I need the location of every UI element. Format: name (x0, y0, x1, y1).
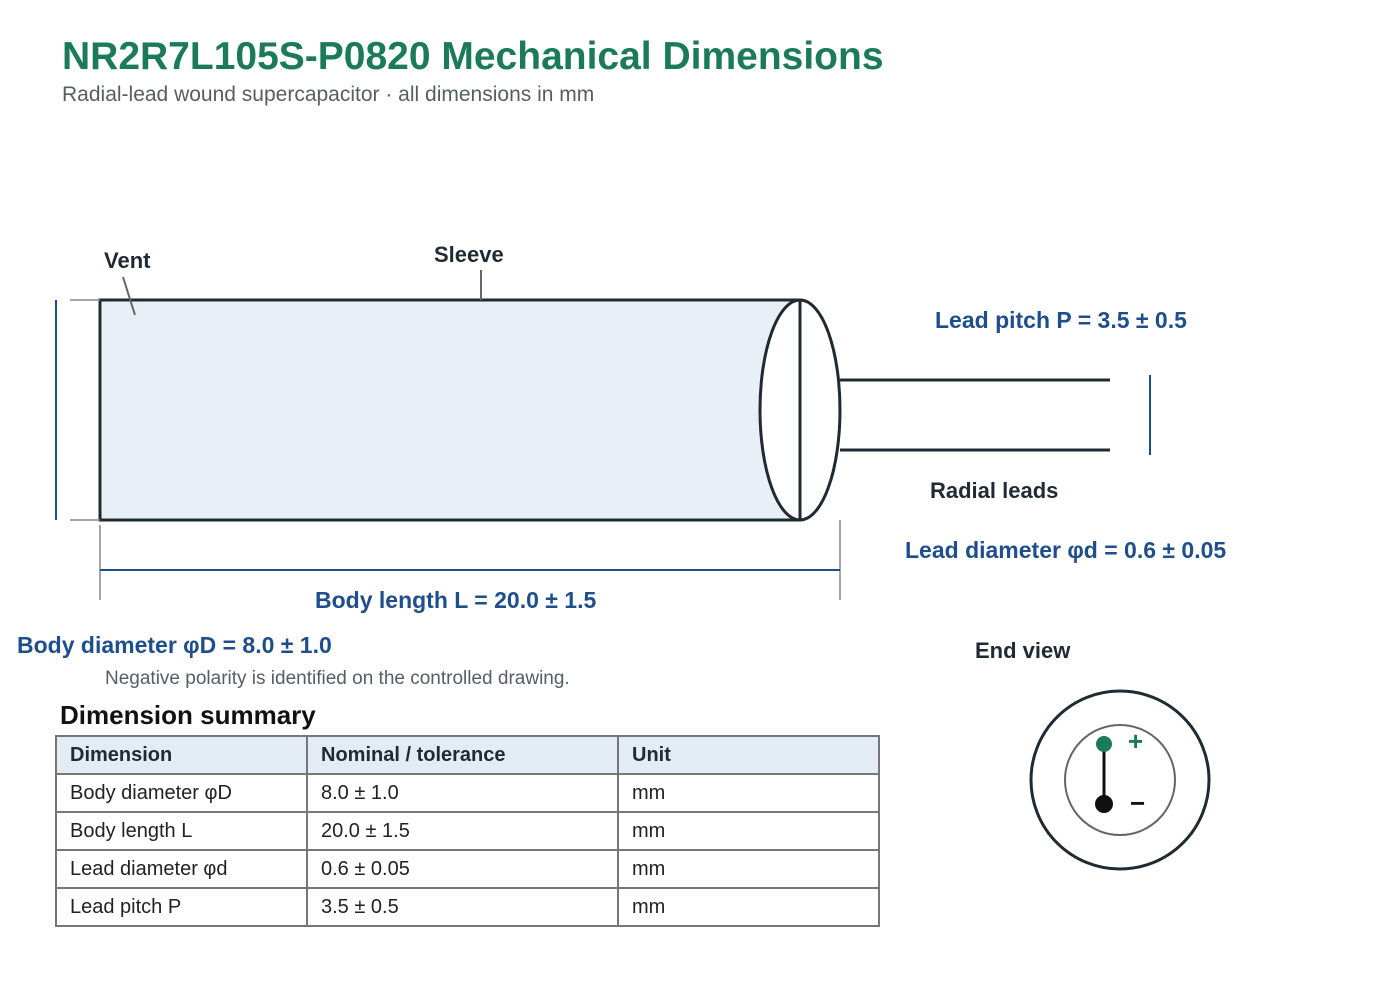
table-cell: 0.6 ± 0.05 (306, 849, 619, 889)
table-cell: mm (617, 811, 880, 851)
table-row: Lead diameter φd 0.6 ± 0.05 mm (55, 849, 880, 889)
radial-leads-label: Radial leads (930, 478, 1058, 503)
table-header-row: Dimension Nominal / tolerance Unit (55, 735, 880, 775)
table-cell: Lead pitch P (55, 887, 308, 927)
table-cell: Body length L (55, 811, 308, 851)
table-cell: Lead diameter φd (55, 849, 308, 889)
column-header: Nominal / tolerance (306, 735, 619, 775)
table-cell: 3.5 ± 0.5 (306, 887, 619, 927)
negative-terminal (1095, 795, 1113, 813)
table-cell: 8.0 ± 1.0 (306, 773, 619, 813)
sleeve-label: Sleeve (434, 242, 504, 267)
body-length-dimension: Body length L = 20.0 ± 1.5 (315, 587, 596, 613)
table-cell: 20.0 ± 1.5 (306, 811, 619, 851)
capacitor-body (98, 298, 802, 522)
negative-polarity-mark: − (1130, 788, 1145, 818)
table-row: Body diameter φD 8.0 ± 1.0 mm (55, 773, 880, 813)
lead-diameter-dimension: Lead diameter φd = 0.6 ± 0.05 (905, 537, 1226, 563)
table-cell: mm (617, 887, 880, 927)
summary-title: Dimension summary (60, 700, 316, 730)
end-view-label: End view (975, 638, 1071, 663)
positive-terminal (1096, 736, 1112, 752)
end-view-outer-circle (1029, 689, 1211, 871)
body-diameter-dimension: Body diameter φD = 8.0 ± 1.0 (17, 632, 332, 658)
table-row: Body length L 20.0 ± 1.5 mm (55, 811, 880, 851)
column-header: Unit (617, 735, 880, 775)
positive-polarity-mark: + (1128, 726, 1143, 756)
dimension-summary-table: Dimension Nominal / tolerance Unit Body … (55, 735, 880, 927)
polarity-note: Negative polarity is identified on the c… (105, 668, 570, 689)
vent-label: Vent (104, 248, 151, 273)
table-cell: mm (617, 849, 880, 889)
table-cell: mm (617, 773, 880, 813)
table-cell: Body diameter φD (55, 773, 308, 813)
column-header: Dimension (55, 735, 308, 775)
table-row: Lead pitch P 3.5 ± 0.5 mm (55, 887, 880, 927)
lead-pitch-dimension: Lead pitch P = 3.5 ± 0.5 (935, 307, 1187, 333)
